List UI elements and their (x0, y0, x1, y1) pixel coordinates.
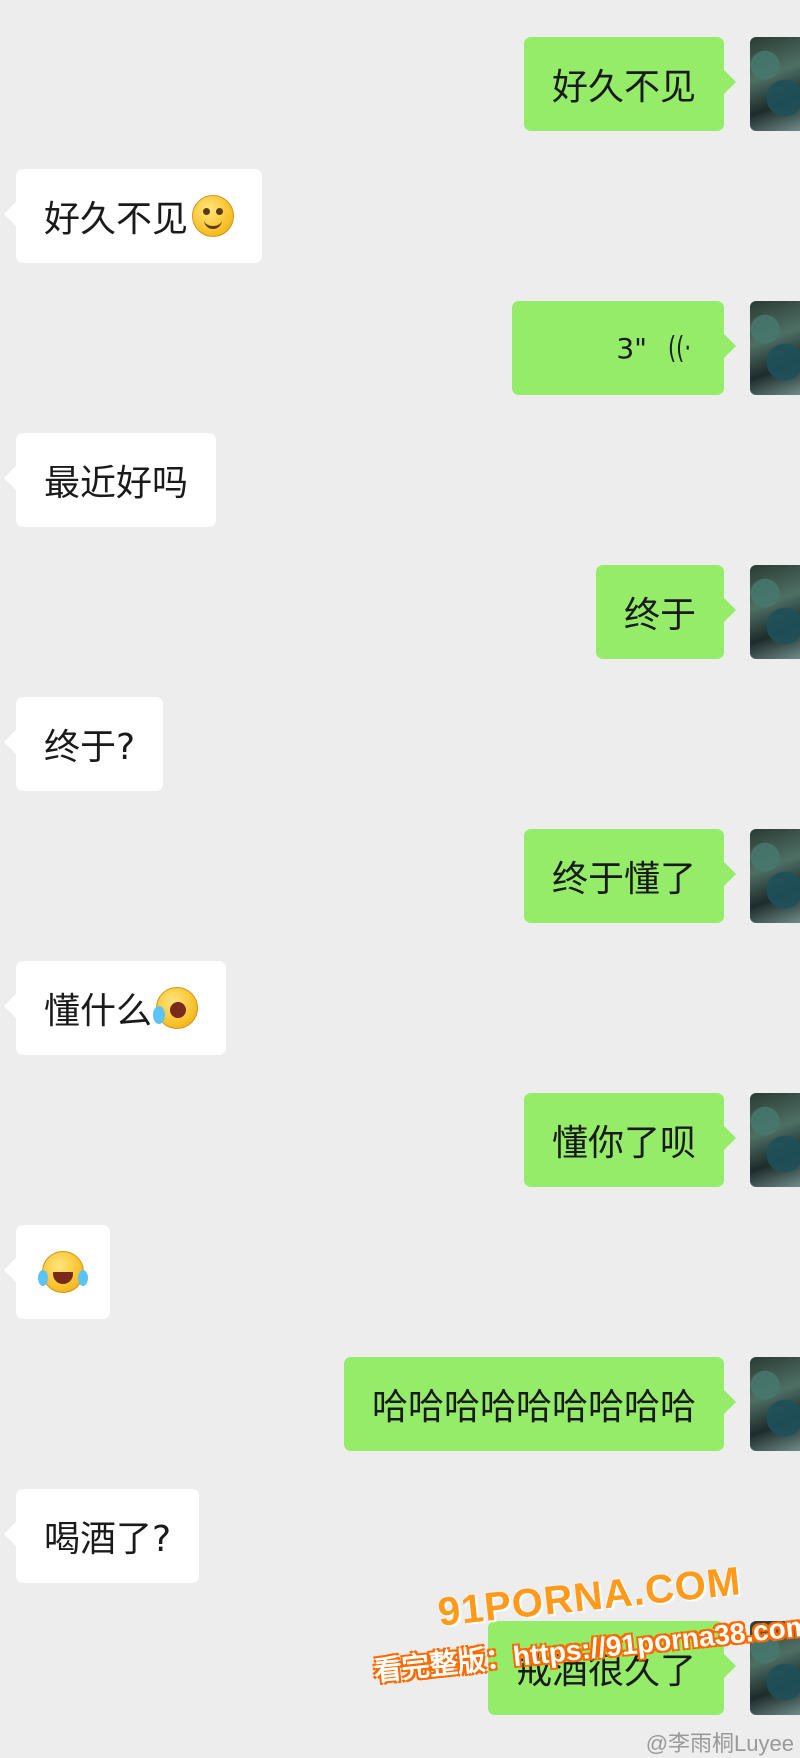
message-bubble-incoming[interactable]: 最近好吗 (3, 433, 217, 527)
tears-of-joy-emoji-icon (38, 1251, 88, 1293)
message-bubble-outgoing[interactable]: 终于 (595, 565, 737, 659)
message-bubble-outgoing[interactable]: 懂你了呗 (523, 1093, 737, 1187)
message-bubble-incoming[interactable] (4, 1225, 110, 1319)
message-row-outgoing: 终于 (0, 565, 800, 659)
message-bubble-outgoing[interactable]: 哈哈哈哈哈哈哈哈哈 (343, 1357, 737, 1451)
message-text: 喝酒了? (44, 1519, 172, 1560)
message-row-incoming: 好久不见 (0, 169, 800, 263)
image-credit: @李雨桐Luyee (645, 1731, 794, 1756)
avatar[interactable] (750, 1093, 800, 1187)
voice-duration: 3" (616, 331, 648, 365)
avatar[interactable] (750, 37, 800, 131)
message-bubble-outgoing[interactable]: 戒酒很久了 (487, 1621, 737, 1715)
message-row-outgoing: 3" ((· (0, 301, 800, 395)
message-text: 好久不见 (44, 199, 189, 240)
avatar[interactable] (750, 1357, 800, 1451)
crying-emoji-icon (153, 987, 199, 1029)
message-row-incoming: 最近好吗 (0, 433, 800, 527)
message-bubble-incoming[interactable]: 终于? (3, 697, 164, 791)
message-text: 戒酒很久了 (515, 1651, 696, 1692)
avatar[interactable] (750, 565, 800, 659)
message-row-incoming: 懂什么 (0, 961, 800, 1055)
message-row-outgoing: 哈哈哈哈哈哈哈哈哈 (0, 1357, 800, 1451)
message-row-outgoing: 好久不见 (0, 37, 800, 131)
message-bubble-incoming[interactable]: 好久不见 (3, 169, 263, 263)
message-text: 哈哈哈哈哈哈哈哈哈 (371, 1387, 696, 1428)
message-row-outgoing: 终于懂了 (0, 829, 800, 923)
message-bubble-outgoing[interactable]: 好久不见 (523, 37, 737, 131)
message-bubble-incoming[interactable]: 喝酒了? (3, 1489, 200, 1583)
avatar[interactable] (750, 1621, 800, 1715)
message-text: 终于 (623, 595, 696, 636)
message-bubble-outgoing[interactable]: 终于懂了 (523, 829, 737, 923)
message-text: 好久不见 (551, 67, 696, 108)
message-text: 最近好吗 (44, 463, 189, 504)
message-text: 终于? (44, 727, 136, 768)
message-row-outgoing: 懂你了呗 (0, 1093, 800, 1187)
message-text: 懂什么 (44, 991, 153, 1032)
message-row-incoming (0, 1225, 800, 1319)
message-text: 终于懂了 (551, 859, 696, 900)
voice-message-bubble[interactable]: 3" ((· (512, 301, 736, 395)
avatar[interactable] (750, 829, 800, 923)
smile-emoji-icon (192, 195, 235, 237)
avatar[interactable] (750, 301, 800, 395)
message-row-incoming: 喝酒了? (0, 1489, 800, 1583)
message-row-incoming: 终于? (0, 697, 800, 791)
message-bubble-incoming[interactable]: 懂什么 (3, 961, 227, 1055)
message-text: 懂你了呗 (551, 1123, 696, 1164)
message-row-outgoing: 戒酒很久了 (0, 1621, 800, 1715)
voice-wave-icon: ((· (667, 330, 692, 366)
